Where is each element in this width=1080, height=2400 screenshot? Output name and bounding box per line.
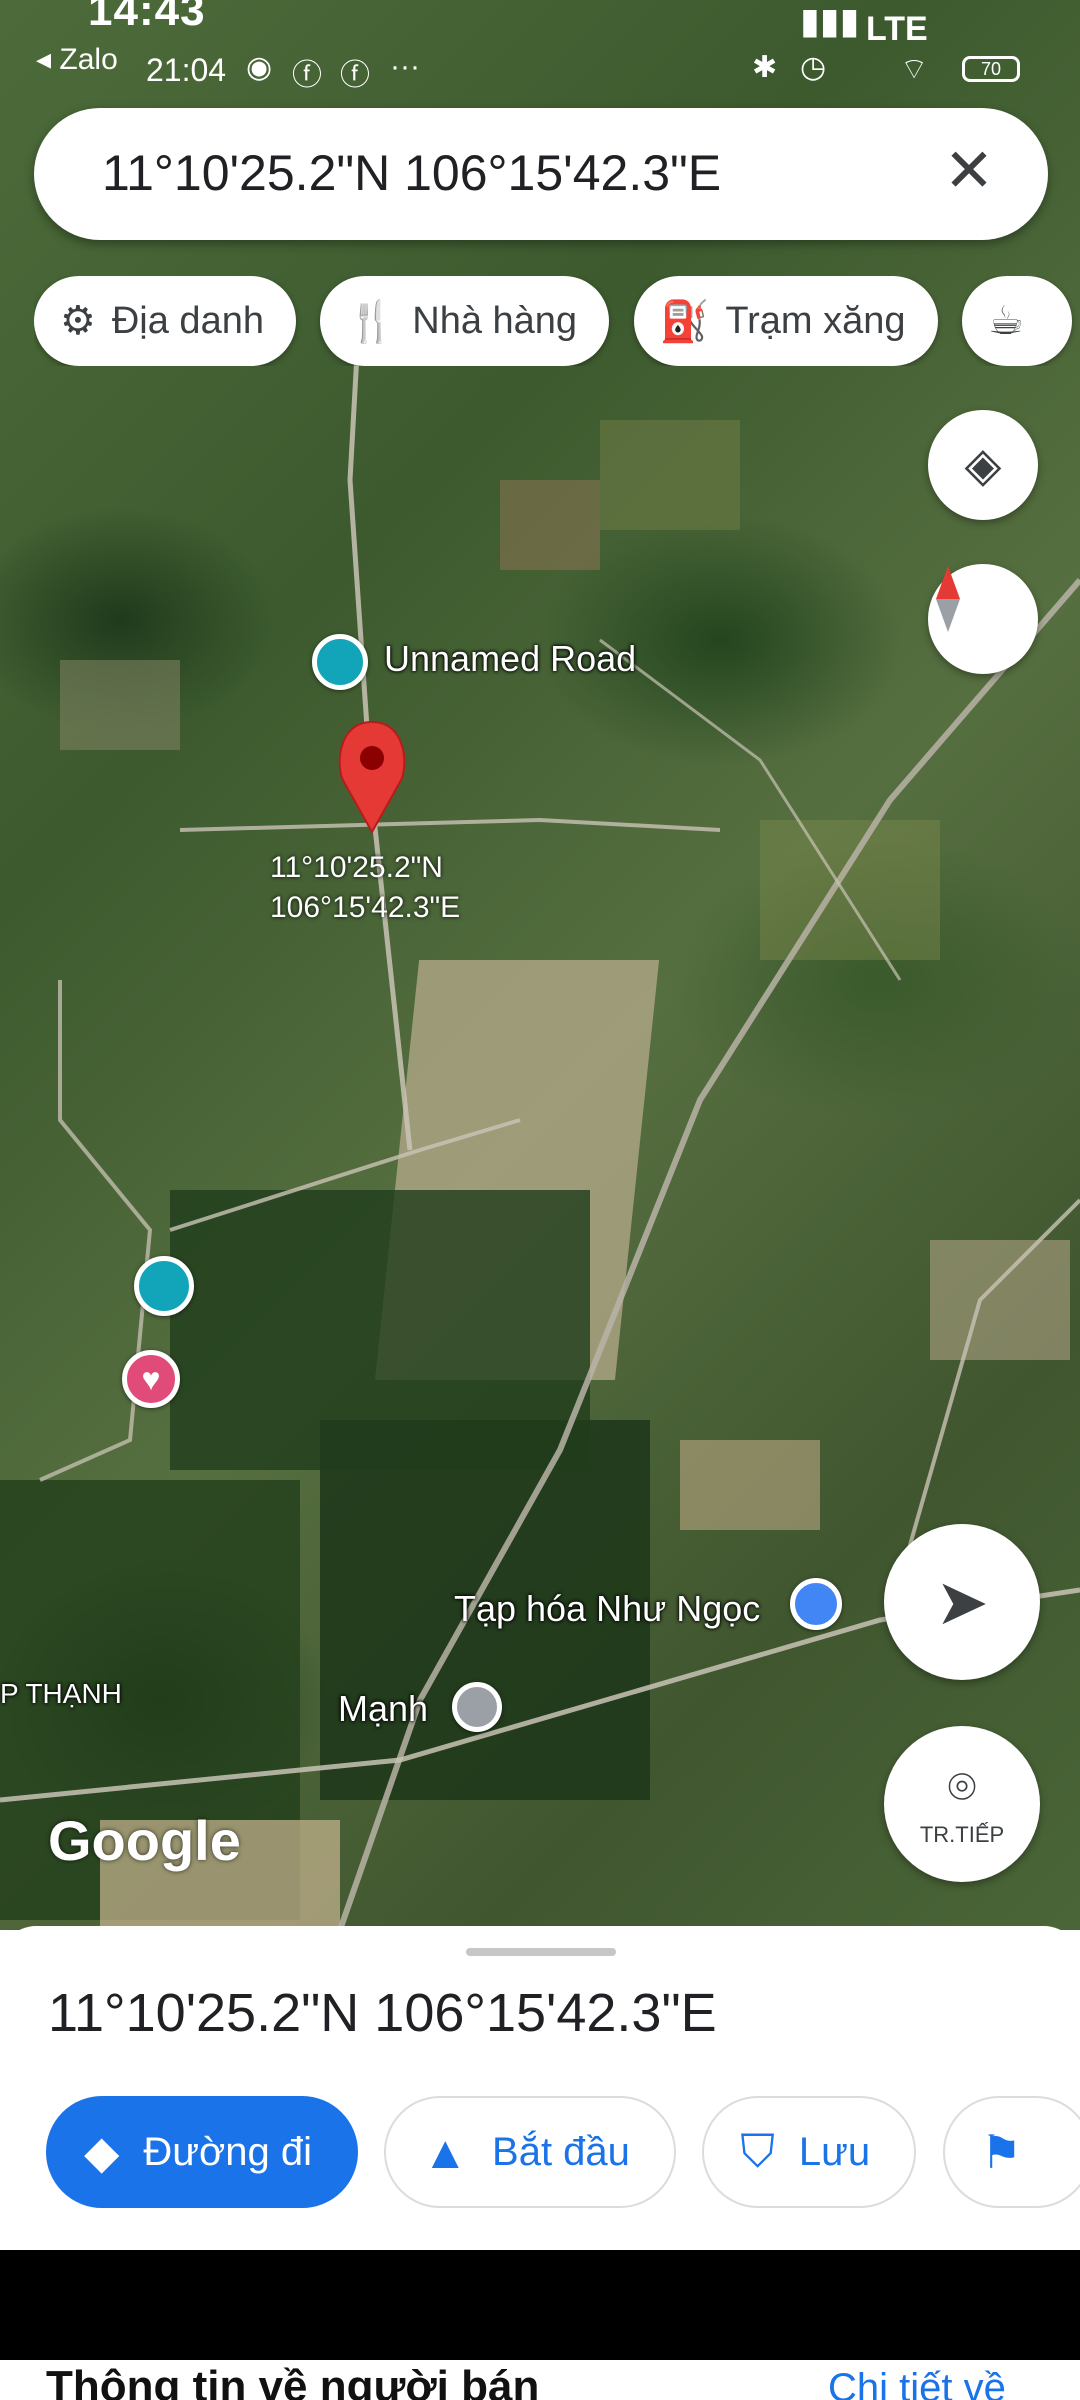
status-time: 14:43 [88,0,206,35]
chip-coffee[interactable]: ☕ [961,276,1072,366]
alarm-icon: ◷ [800,51,827,84]
compass-button[interactable] [928,564,1038,674]
place-sheet[interactable]: 11°10'25.2"N 106°15'42.3"E ◆ Đường đi ▲ Bắ… [0,1926,1080,2250]
live-view-icon: ⌾ [947,1761,977,1814]
restaurant-icon: 🍴 [346,299,397,344]
compass-icon [936,566,960,632]
start-arrow-icon: ▲ [422,2126,469,2178]
black-band [0,2250,1080,2360]
flag-icon: ⚑ [980,2126,1022,2178]
chip-gas-stations[interactable]: ⛽ Trạm xăng [633,276,938,366]
bluetooth-icon: ✱ [752,51,778,84]
save-button[interactable]: ⛉ Lưu [702,2096,917,2208]
messenger-icon: ◉ [246,51,273,84]
layers-icon: ◈ [964,439,1002,492]
chip-landmarks[interactable]: ⚙ Địa danh [34,276,296,366]
poi-shop-label[interactable]: Tạp hóa Như Ngọc [454,1588,760,1630]
location-pin-icon[interactable] [338,720,406,835]
wifi-icon: ⌔ [900,53,929,86]
place-title: 11°10'25.2"N 106°15'42.3"E [48,1983,717,2043]
search-bar[interactable]: 11°10'25.2"N 106°15'42.3"E ✕ [34,108,1048,240]
my-location-button[interactable]: ➤ [884,1524,1040,1680]
poi-manh-label[interactable]: Mạnh [338,1688,428,1730]
screen: 14:43 ◂ Zalo 21:04 ◉ ⓕ ⓕ ··· ▮▮▮ LTE ✱ ◷… [0,0,1080,2400]
search-query[interactable]: 11°10'25.2"N 106°15'42.3"E [102,144,721,202]
network-type: LTE [866,10,928,48]
bus-stop-icon[interactable] [312,634,368,690]
bus-stop-icon[interactable] [134,1256,194,1316]
layers-button[interactable]: ◈ [928,410,1038,520]
navigation-arrow-icon: ➤ [935,1565,989,1638]
seller-info-header: Thông tin về người bán Chi tiết về [0,2360,1080,2400]
seller-title: Thông tin về người bán [46,2362,540,2400]
live-view-label: TR.TIẾP [919,1822,1005,1847]
flag-button[interactable]: ⚑ [942,2096,1080,2208]
facebook-icon: ⓕ [340,59,370,92]
close-icon[interactable]: ✕ [934,136,1004,206]
google-attribution: Google [48,1809,241,1872]
landmark-icon: ⚙ [60,299,96,343]
sheet-handle[interactable] [466,1948,616,1956]
road-label: Unnamed Road [384,638,637,679]
category-chips: ⚙ Địa danh 🍴 Nhà hàng ⛽ Trạm xăng ☕ [34,276,1080,366]
directions-button[interactable]: ◆ Đường đi [46,2096,359,2208]
facebook-icon: ⓕ [292,59,322,92]
satellite-map[interactable]: 14:43 ◂ Zalo 21:04 ◉ ⓕ ⓕ ··· ▮▮▮ LTE ✱ ◷… [0,0,1080,1930]
status-bar: 14:43 ◂ Zalo 21:04 ◉ ⓕ ⓕ ··· ▮▮▮ LTE ✱ ◷… [0,0,1080,100]
bookmark-icon: ⛉ [740,2125,775,2177]
coffee-icon: ☕ [987,299,1024,343]
signal-icon: ▮▮▮ [800,0,860,41]
zalo-label: ◂ Zalo [36,43,118,76]
shopping-icon[interactable] [790,1578,842,1630]
pin-coordinates: 11°10'25.2"N 106°15'42.3"E [270,851,461,924]
area-label: P THẠNH [0,1678,122,1709]
gas-station-icon: ⛽ [659,299,710,344]
favorite-icon[interactable]: ♥ [122,1350,180,1408]
place-icon[interactable] [452,1682,502,1732]
action-buttons: ◆ Đường đi ▲ Bắt đầu ⛉ Lưu ⚑ [46,2096,1080,2208]
directions-icon: ◆ [84,2126,120,2178]
battery-icon: 70 [962,56,1020,82]
live-view-button[interactable]: ⌾ TR.TIẾP [884,1726,1040,1882]
chip-restaurants[interactable]: 🍴 Nhà hàng [320,276,610,366]
seller-details-link[interactable]: Chi tiết về [828,2366,1006,2400]
more-dots-icon: ··· [390,50,420,83]
status-clock: 21:04 [146,52,227,88]
start-button[interactable]: ▲ Bắt đầu [384,2096,676,2208]
